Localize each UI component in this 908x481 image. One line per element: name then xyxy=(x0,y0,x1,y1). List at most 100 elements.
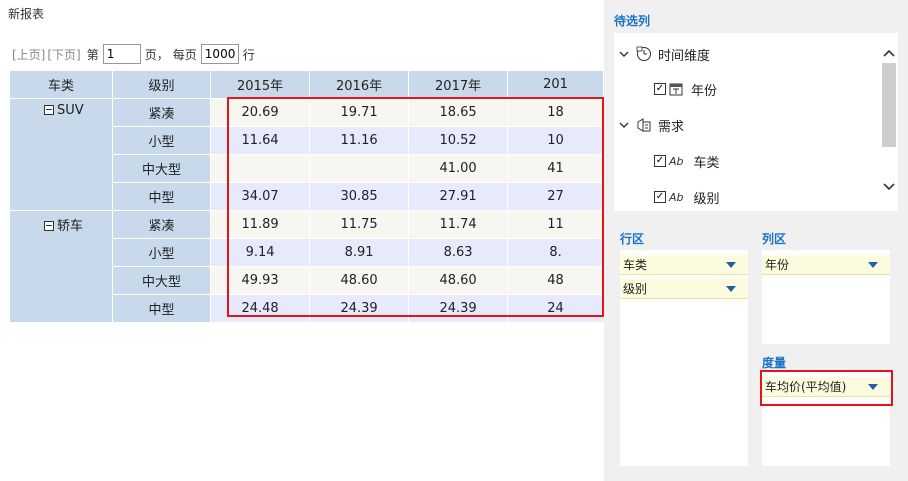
value-cell: 8. xyxy=(507,238,604,267)
prev-page-link[interactable]: [上页] xyxy=(12,46,45,63)
value-cell: 24.39 xyxy=(408,294,509,322)
value-cell: 48.60 xyxy=(408,266,509,295)
tree-node-year[interactable]: ✓ 年份 xyxy=(654,78,717,100)
value-cell: 48 xyxy=(507,266,604,295)
value-cell: 24 xyxy=(507,294,604,322)
time-dimension-icon xyxy=(636,46,652,62)
value-cell: 27 xyxy=(507,182,604,211)
dropdown-arrow-icon[interactable] xyxy=(726,286,736,292)
value-cell: 27.91 xyxy=(408,182,509,211)
report-grid: 车类 级别 2015年 2016年 2017年 201 SUV 紧凑 20.69… xyxy=(9,70,604,322)
chevron-down-icon[interactable] xyxy=(618,119,630,131)
level-cell: 中型 xyxy=(112,182,212,211)
chip-label: 级别 xyxy=(623,282,648,296)
group-label: SUV xyxy=(57,103,84,118)
dropdown-arrow-icon[interactable] xyxy=(726,262,736,268)
per-page-suffix-label: 行 xyxy=(242,47,255,62)
value-cell: 48.60 xyxy=(309,266,410,295)
field-panel: 待选列 时间维度 ✓ 年份 需求 ✓ Ab 车类 ✓ Ab 级别 行区 车类 级… xyxy=(604,0,908,481)
value-cell: 49.93 xyxy=(210,266,311,295)
column-field-chip[interactable]: 年份 xyxy=(762,255,890,275)
tree-node-label: 车类 xyxy=(693,155,720,171)
pivot-table: 车类 级别 2015年 2016年 2017年 201 SUV 紧凑 20.69… xyxy=(9,70,604,322)
level-cell: 中大型 xyxy=(112,154,212,183)
row-field-chip[interactable]: 级别 xyxy=(620,279,748,299)
value-cell: 34.07 xyxy=(210,182,311,211)
per-page-prefix-label: 每页 xyxy=(172,47,197,62)
value-cell: 8.91 xyxy=(309,238,410,267)
value-cell: 18 xyxy=(507,98,604,127)
checkbox-checked[interactable]: ✓ xyxy=(654,155,666,167)
value-cell: 11.89 xyxy=(210,210,311,239)
tree-node-label: 年份 xyxy=(691,83,718,99)
value-cell: 19.71 xyxy=(309,98,410,127)
column-area-dropzone[interactable]: 年份 xyxy=(762,250,890,344)
header-cell[interactable]: 车类 xyxy=(9,70,114,99)
collapse-icon[interactable] xyxy=(44,105,54,115)
value-cell: 11.16 xyxy=(309,126,410,155)
report-title: 新报表 xyxy=(8,7,45,21)
scroll-down-icon[interactable] xyxy=(880,181,898,193)
chip-label: 车类 xyxy=(623,258,648,272)
checkbox-checked[interactable]: ✓ xyxy=(654,191,666,203)
level-cell: 中型 xyxy=(112,294,212,322)
value-cell: 9.14 xyxy=(210,238,311,267)
tree-node-car-type[interactable]: ✓ Ab 车类 xyxy=(654,150,720,172)
candidate-columns-title: 待选列 xyxy=(614,14,651,28)
measure-field-chip[interactable]: 车均价(平均值) xyxy=(762,377,890,397)
value-cell: 41.00 xyxy=(408,154,509,183)
header-cell[interactable]: 201 xyxy=(507,70,604,99)
tree-node-label: 需求 xyxy=(658,119,685,135)
dropdown-arrow-icon[interactable] xyxy=(868,384,878,390)
page-prefix-label: 第 xyxy=(86,47,99,62)
value-cell: 11.74 xyxy=(408,210,509,239)
tree-node-time-dimension[interactable]: 时间维度 xyxy=(618,43,710,65)
row-area-dropzone[interactable]: 车类 级别 xyxy=(620,250,748,466)
value-cell: 10 xyxy=(507,126,604,155)
scrollbar-thumb[interactable] xyxy=(882,63,896,147)
page-size-input[interactable] xyxy=(200,44,239,64)
collapse-icon[interactable] xyxy=(44,221,54,231)
next-page-link[interactable]: [下页] xyxy=(47,46,80,63)
measure-area-title: 度量 xyxy=(762,356,787,370)
column-area-title: 列区 xyxy=(762,232,787,246)
measure-area-dropzone[interactable]: 车均价(平均值) xyxy=(762,372,890,466)
chevron-down-icon[interactable] xyxy=(618,48,630,60)
page-suffix-label: 页， xyxy=(144,47,169,62)
scroll-up-icon[interactable] xyxy=(880,47,898,59)
calendar-icon xyxy=(669,82,683,96)
dropdown-arrow-icon[interactable] xyxy=(868,262,878,268)
report-area: 新报表 [上页] [下页] 第 页， 每页 行 车类 级别 2015年 2016… xyxy=(0,0,604,481)
value-cell: 8.63 xyxy=(408,238,509,267)
checkbox-checked[interactable]: ✓ xyxy=(654,83,666,95)
text-field-icon: Ab xyxy=(669,154,684,168)
group-label: 轿车 xyxy=(57,219,84,234)
pager: [上页] [下页] 第 页， 每页 行 xyxy=(12,44,259,64)
header-row: 车类 级别 2015年 2016年 2017年 201 xyxy=(9,70,604,99)
page-number-input[interactable] xyxy=(102,44,141,64)
level-cell: 小型 xyxy=(112,126,212,155)
group-cell-suv: SUV xyxy=(9,98,114,211)
table-row: SUV 紧凑 20.69 19.71 18.65 18 xyxy=(9,98,604,211)
chip-label: 年份 xyxy=(765,258,790,272)
header-cell[interactable]: 2016年 xyxy=(309,70,410,99)
value-cell xyxy=(309,154,410,183)
tree-node-label: 时间维度 xyxy=(658,48,711,64)
tree-node-demand[interactable]: 需求 xyxy=(618,114,684,136)
tree-scrollbar[interactable] xyxy=(880,33,898,211)
level-cell: 小型 xyxy=(112,238,212,267)
header-cell[interactable]: 2015年 xyxy=(210,70,311,99)
value-cell: 11 xyxy=(507,210,604,239)
row-field-chip[interactable]: 车类 xyxy=(620,255,748,275)
level-cell: 紧凑 xyxy=(112,210,212,239)
value-cell: 18.65 xyxy=(408,98,509,127)
level-cell: 中大型 xyxy=(112,266,212,295)
value-cell: 11.64 xyxy=(210,126,311,155)
header-cell[interactable]: 级别 xyxy=(112,70,212,99)
value-cell: 41 xyxy=(507,154,604,183)
row-area-title: 行区 xyxy=(620,232,645,246)
header-cell[interactable]: 2017年 xyxy=(408,70,509,99)
value-cell: 10.52 xyxy=(408,126,509,155)
tree-node-level[interactable]: ✓ Ab 级别 xyxy=(654,186,720,208)
value-cell: 30.85 xyxy=(309,182,410,211)
